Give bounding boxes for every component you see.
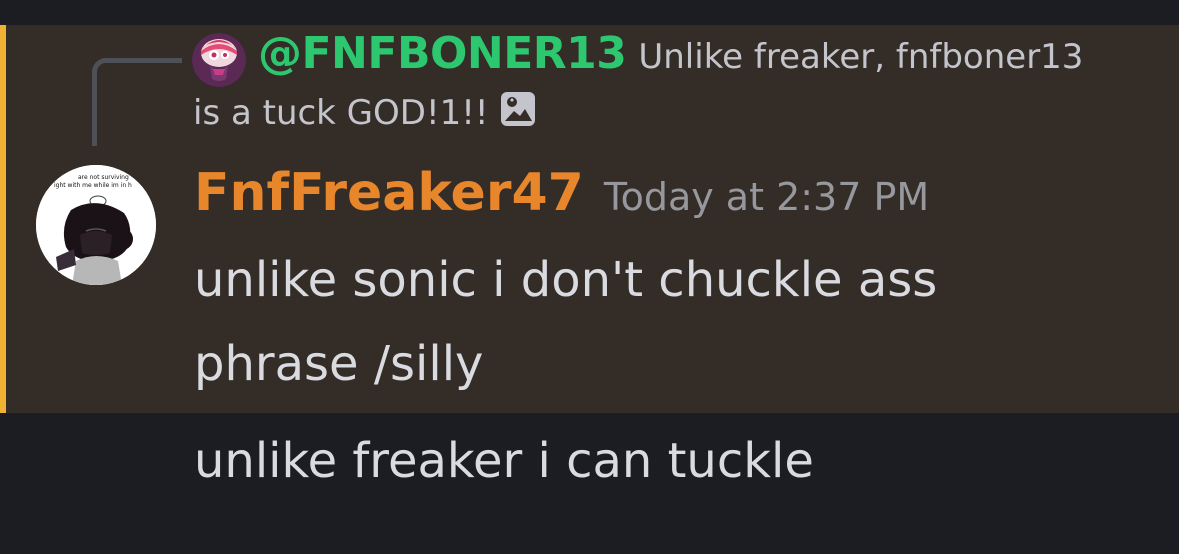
reply-avatar-image [192,33,246,87]
avatar-caption-1: are not surviving [78,174,129,181]
reply-avatar[interactable] [192,33,246,87]
reply-preview[interactable]: @FNFBONER13 Unlike freaker, fnfboner13 [258,28,1083,79]
avatar-caption-2: ight with me while im in h [54,182,132,189]
message-line-2: phrase /silly [194,336,484,392]
mention-bar [0,25,6,413]
timestamp[interactable]: Today at 2:37 PM [604,175,929,219]
reply-text-line1: Unlike freaker, fnfboner13 [638,37,1084,77]
followup-message: unlike freaker i can tuckle [194,433,814,489]
reply-spine [92,58,182,146]
reply-text-line2: is a tuck GOD!1!! [193,93,489,133]
author-name[interactable]: FnfFreaker47 [194,163,584,223]
message-header: FnfFreaker47 Today at 2:37 PM [194,163,929,223]
reply-preview-cont[interactable]: is a tuck GOD!1!! [193,90,537,133]
message-line-1: unlike sonic i don't chuckle ass [194,252,938,308]
author-avatar-image: are not surviving ight with me while im … [36,165,156,285]
image-icon [499,90,537,128]
author-avatar[interactable]: are not surviving ight with me while im … [36,165,156,285]
reply-author[interactable]: @FNFBONER13 [258,28,627,79]
chat-view: @FNFBONER13 Unlike freaker, fnfboner13 is… [0,0,1179,554]
